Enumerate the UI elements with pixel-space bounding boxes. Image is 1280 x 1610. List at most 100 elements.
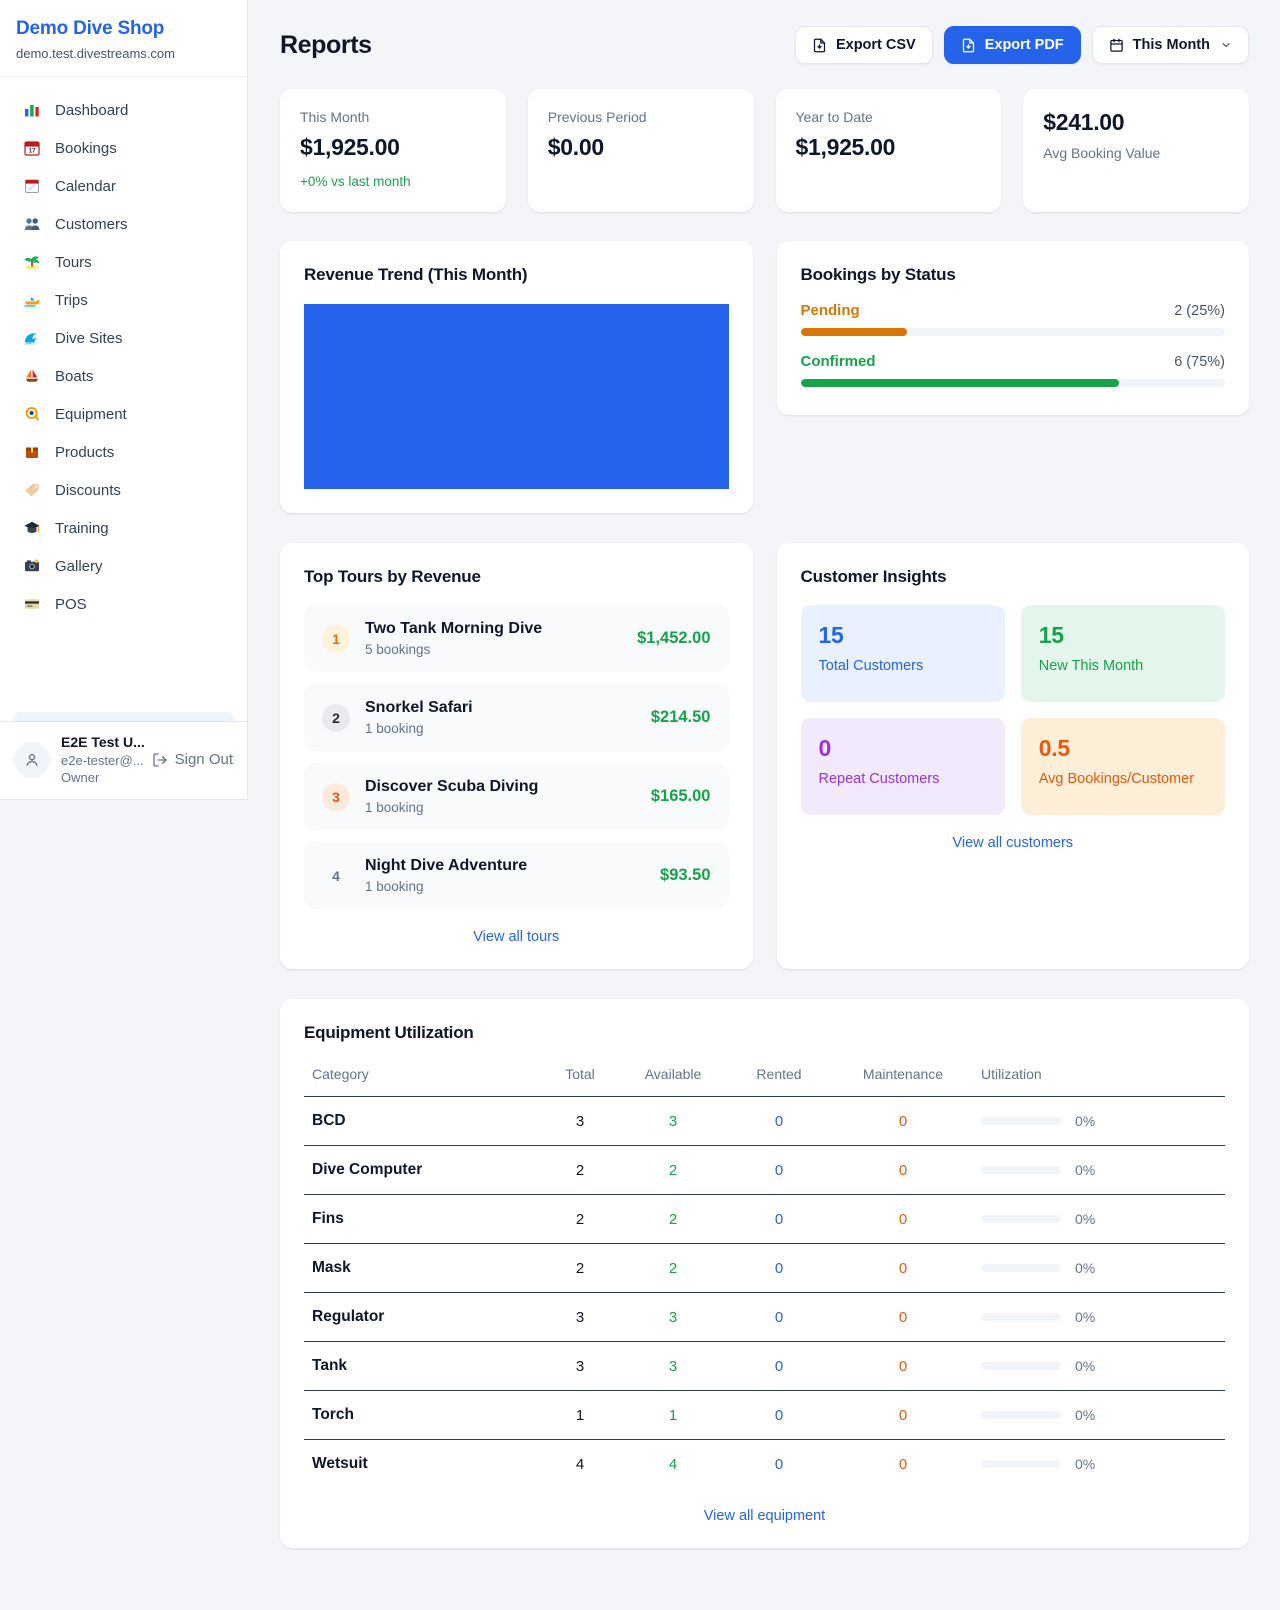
sidebar-item-label: Bookings xyxy=(55,140,117,157)
sidebar-item-equipment[interactable]: Equipment xyxy=(12,395,235,433)
available-cell: 2 xyxy=(621,1244,725,1293)
sidebar-item-pos[interactable]: POS xyxy=(12,585,235,623)
view-all-customers-link[interactable]: View all customers xyxy=(801,835,1226,851)
rank-badge: 3 xyxy=(322,783,350,811)
tour-bookings: 5 bookings xyxy=(365,642,622,657)
sidebar-item-label: Discounts xyxy=(55,482,121,499)
sidebar-item-dashboard[interactable]: Dashboard xyxy=(12,91,235,129)
view-all-tours-link[interactable]: View all tours xyxy=(304,929,729,945)
bookings-by-status-card: Bookings by Status Pending 2 (25%) C xyxy=(777,241,1250,415)
equipment-table-header: Category Total Available Rented Maintena… xyxy=(304,1056,1225,1097)
utilization-percent: 0% xyxy=(1075,1407,1095,1423)
rented-cell: 0 xyxy=(725,1097,833,1146)
rented-cell: 0 xyxy=(725,1391,833,1440)
rented-cell: 0 xyxy=(725,1244,833,1293)
file-download-icon xyxy=(961,38,976,53)
export-pdf-button[interactable]: Export PDF xyxy=(944,26,1081,64)
maintenance-cell: 0 xyxy=(833,1293,973,1342)
revenue-trend-bar xyxy=(304,304,729,489)
stat-value: $241.00 xyxy=(1043,109,1229,136)
stat-card-this-month: This Month $1,925.00 +0% vs last month xyxy=(280,89,506,212)
total-cell: 2 xyxy=(539,1244,621,1293)
revenue-trend-title: Revenue Trend (This Month) xyxy=(304,265,729,285)
sidebar-item-label: POS xyxy=(55,596,87,613)
export-csv-button[interactable]: Export CSV xyxy=(795,26,933,64)
rented-cell: 0 xyxy=(725,1440,833,1489)
revenue-trend-card: Revenue Trend (This Month) xyxy=(280,241,753,513)
column-header-category: Category xyxy=(304,1056,539,1097)
utilization-cell: 0% xyxy=(973,1391,1225,1440)
sidebar-item-label: Trips xyxy=(55,292,88,309)
utilization-bar xyxy=(981,1411,1061,1419)
sidebar-item-trips[interactable]: Trips xyxy=(12,281,235,319)
sidebar-item-customers[interactable]: Customers xyxy=(12,205,235,243)
available-cell: 2 xyxy=(621,1146,725,1195)
category-cell: Wetsuit xyxy=(304,1440,539,1489)
tour-name: Discover Scuba Diving xyxy=(365,778,636,796)
stat-value: $1,925.00 xyxy=(300,134,486,161)
available-cell: 1 xyxy=(621,1391,725,1440)
sidebar-item-discounts[interactable]: Discounts xyxy=(12,471,235,509)
utilization-cell: 0% xyxy=(973,1097,1225,1146)
status-label: Pending xyxy=(801,302,860,319)
utilization-percent: 0% xyxy=(1075,1260,1095,1276)
sign-out-button[interactable]: Sign Out xyxy=(152,751,233,768)
maintenance-cell: 0 xyxy=(833,1391,973,1440)
stat-value: $1,925.00 xyxy=(796,134,982,161)
sidebar-item-gallery[interactable]: Gallery xyxy=(12,547,235,585)
sidebar-item-products[interactable]: Products xyxy=(12,433,235,471)
tour-amount: $165.00 xyxy=(651,787,711,806)
utilization-bar xyxy=(981,1460,1061,1468)
svg-text:17: 17 xyxy=(28,148,36,155)
graduation-cap-icon xyxy=(22,519,42,537)
status-row-pending: Pending 2 (25%) xyxy=(801,302,1226,336)
page-header: Reports Export CSV Export PDF This Month xyxy=(280,26,1249,64)
sidebar-item-label: Dive Sites xyxy=(55,330,123,347)
column-header-maintenance: Maintenance xyxy=(833,1056,973,1097)
maintenance-cell: 0 xyxy=(833,1244,973,1293)
available-cell: 3 xyxy=(621,1097,725,1146)
sidebar-item-dive-sites[interactable]: Dive Sites xyxy=(12,319,235,357)
sidebar-item-calendar[interactable]: Calendar xyxy=(12,167,235,205)
insight-tile-repeat-customers: 0 Repeat Customers xyxy=(801,718,1005,815)
tour-name: Two Tank Morning Dive xyxy=(365,620,622,638)
user-role: Owner xyxy=(61,770,141,785)
period-dropdown[interactable]: This Month xyxy=(1092,26,1249,64)
equipment-table: Category Total Available Rented Maintena… xyxy=(304,1056,1225,1488)
sidebar-item-bookings[interactable]: 17 Bookings xyxy=(12,129,235,167)
status-progress-fill xyxy=(801,379,1119,387)
active-nav-item-peek[interactable] xyxy=(12,712,235,721)
app-root: Demo Dive Shop demo.test.divestreams.com… xyxy=(0,0,1280,1610)
view-all-equipment-link[interactable]: View all equipment xyxy=(304,1508,1225,1524)
status-progress-track xyxy=(801,328,1226,336)
file-download-icon xyxy=(812,38,827,53)
charts-row: Revenue Trend (This Month) Bookings by S… xyxy=(280,241,1249,513)
insight-value: 15 xyxy=(1039,622,1207,649)
maintenance-cell: 0 xyxy=(833,1097,973,1146)
table-row: Regulator 3 3 0 0 0% xyxy=(304,1293,1225,1342)
utilization-cell: 0% xyxy=(973,1195,1225,1244)
insight-tile-total-customers: 15 Total Customers xyxy=(801,605,1005,702)
column-header-available: Available xyxy=(621,1056,725,1097)
stat-label: Avg Booking Value xyxy=(1043,145,1229,161)
status-progress-fill xyxy=(801,328,907,336)
category-cell: Regulator xyxy=(304,1293,539,1342)
top-tours-title: Top Tours by Revenue xyxy=(304,567,729,587)
sidebar-item-label: Tours xyxy=(55,254,92,271)
column-header-total: Total xyxy=(539,1056,621,1097)
stat-label: Previous Period xyxy=(548,109,734,125)
package-icon xyxy=(22,443,42,461)
people-icon xyxy=(22,215,42,233)
stat-label: Year to Date xyxy=(796,109,982,125)
tour-list: 1 Two Tank Morning Dive 5 bookings $1,45… xyxy=(304,605,729,909)
available-cell: 3 xyxy=(621,1342,725,1391)
utilization-percent: 0% xyxy=(1075,1211,1095,1227)
sidebar-item-tours[interactable]: Tours xyxy=(12,243,235,281)
stat-value: $0.00 xyxy=(548,134,734,161)
sidebar-item-boats[interactable]: Boats xyxy=(12,357,235,395)
page-title: Reports xyxy=(280,31,372,60)
category-cell: Torch xyxy=(304,1391,539,1440)
sidebar: Demo Dive Shop demo.test.divestreams.com… xyxy=(0,0,248,800)
utilization-bar xyxy=(981,1166,1061,1174)
sidebar-item-training[interactable]: Training xyxy=(12,509,235,547)
